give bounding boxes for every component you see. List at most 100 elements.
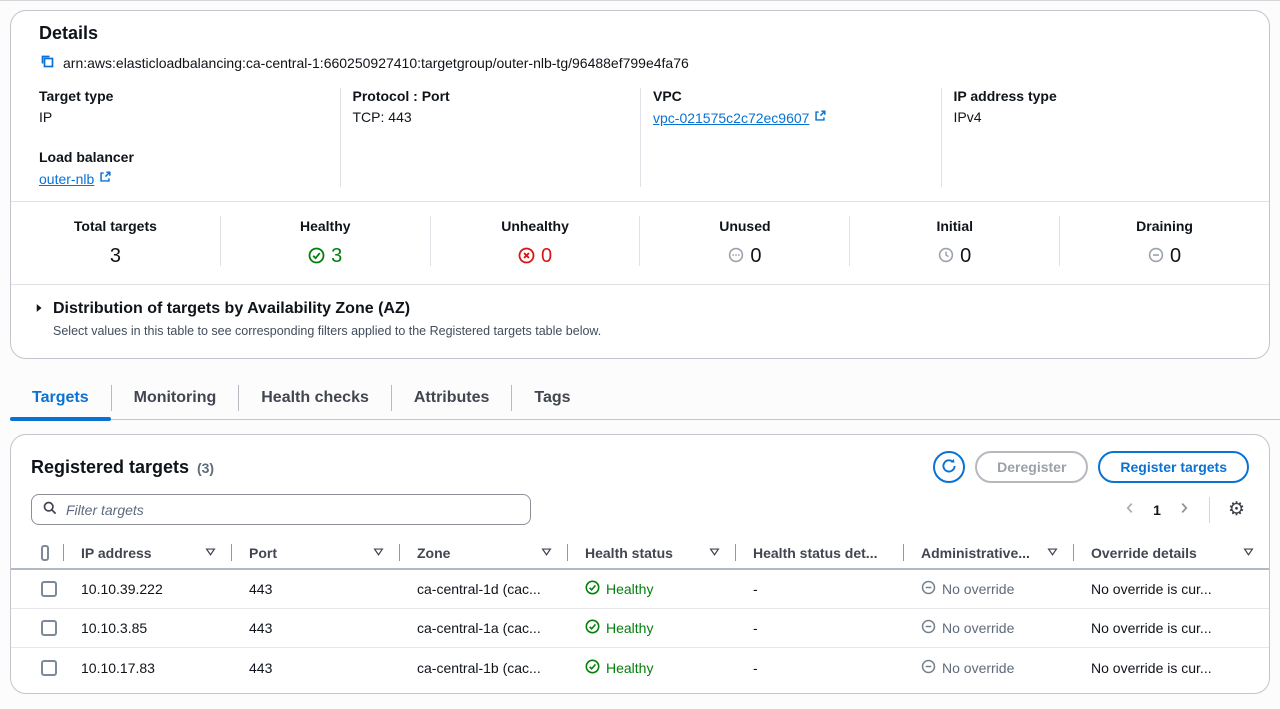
cell-port: 443 xyxy=(231,581,399,597)
cell-health-status-details: - xyxy=(735,620,903,636)
registered-targets-title: Registered targets xyxy=(31,457,189,477)
x-circle-icon xyxy=(518,247,535,267)
stat-value: 0 xyxy=(1170,245,1181,268)
sort-triangle-icon[interactable] xyxy=(1242,545,1255,561)
tab-tags[interactable]: Tags xyxy=(512,380,592,420)
select-all-checkbox[interactable] xyxy=(41,545,49,561)
column-label: Administrative... xyxy=(921,545,1030,561)
vpc-link[interactable]: vpc-021575c2c72ec9607 xyxy=(653,109,827,126)
divider xyxy=(1209,497,1210,523)
cell-health-status-details: - xyxy=(735,660,903,676)
stat-value: 3 xyxy=(110,245,121,268)
registered-targets-card: Registered targets (3) Deregister Regist… xyxy=(10,434,1270,694)
table-settings-button[interactable]: ⚙ xyxy=(1224,496,1249,523)
ip-address-type-label: IP address type xyxy=(954,88,1226,104)
cell-health-status: Healthy xyxy=(567,619,735,637)
sort-triangle-icon[interactable] xyxy=(1046,545,1059,561)
chevron-left-icon xyxy=(1123,501,1137,518)
row-checkbox[interactable] xyxy=(41,620,57,636)
ellipsis-circle-icon xyxy=(728,247,744,266)
check-circle-icon xyxy=(585,619,600,637)
column-header-health-status[interactable]: Health status xyxy=(567,537,735,568)
target-type-label: Target type xyxy=(39,88,324,104)
stat-initial: Initial 0 xyxy=(850,214,1059,268)
column-label: IP address xyxy=(81,545,152,561)
copy-arn-button[interactable] xyxy=(39,53,55,72)
column-header-port[interactable]: Port xyxy=(231,537,399,568)
chevron-right-icon xyxy=(1177,501,1191,518)
tab-targets[interactable]: Targets xyxy=(10,380,111,420)
details-title: Details xyxy=(39,23,1241,44)
tab-attributes[interactable]: Attributes xyxy=(392,380,512,420)
load-balancer-label: Load balancer xyxy=(39,149,324,165)
pagination: 1 ⚙ xyxy=(1119,496,1249,523)
sort-triangle-icon[interactable] xyxy=(540,545,553,561)
sort-triangle-icon[interactable] xyxy=(204,545,217,561)
column-label: Zone xyxy=(417,545,450,561)
check-circle-icon xyxy=(585,580,600,598)
next-page-button[interactable] xyxy=(1173,497,1195,522)
row-checkbox[interactable] xyxy=(41,660,57,676)
cell-zone: ca-central-1b (cac... xyxy=(399,660,567,676)
tab-health-checks[interactable]: Health checks xyxy=(239,380,391,420)
cell-ip-address: 10.10.17.83 xyxy=(63,660,231,676)
sort-triangle-icon[interactable] xyxy=(708,545,721,561)
cell-port: 443 xyxy=(231,660,399,676)
protocol-port-label: Protocol : Port xyxy=(353,88,625,104)
cell-health-status: Healthy xyxy=(567,580,735,598)
register-targets-button[interactable]: Register targets xyxy=(1098,451,1249,483)
external-link-icon xyxy=(813,109,827,126)
health-status-text: Healthy xyxy=(606,620,653,636)
tab-bar-underline xyxy=(10,419,1280,421)
stat-value: 0 xyxy=(750,245,761,268)
previous-page-button[interactable] xyxy=(1119,497,1141,522)
az-distribution-description: Select values in this table to see corre… xyxy=(33,324,1241,338)
stat-value: 0 xyxy=(541,245,552,268)
cell-override-details: No override is cur... xyxy=(1073,620,1269,636)
column-header-health-status-details[interactable]: Health status det... xyxy=(735,537,903,568)
table-row: 10.10.3.85 443 ca-central-1a (cac... Hea… xyxy=(11,609,1269,648)
cell-administrative: No override xyxy=(903,580,1073,598)
vpc-label: VPC xyxy=(653,88,925,104)
table-row: 10.10.39.222 443 ca-central-1d (cac... H… xyxy=(11,570,1269,609)
deregister-button[interactable]: Deregister xyxy=(975,451,1088,483)
minus-circle-icon xyxy=(921,659,936,677)
load-balancer-link[interactable]: outer-nlb xyxy=(39,170,112,187)
health-status-text: Healthy xyxy=(606,660,653,676)
column-header-ip-address[interactable]: IP address xyxy=(63,537,231,568)
stat-unhealthy: Unhealthy 0 xyxy=(431,214,640,268)
minus-circle-icon xyxy=(921,619,936,637)
column-header-zone[interactable]: Zone xyxy=(399,537,567,568)
clock-icon xyxy=(938,247,954,266)
registered-targets-count: (3) xyxy=(197,460,214,476)
tab-bar: Targets Monitoring Health checks Attribu… xyxy=(10,380,1270,420)
column-header-administrative[interactable]: Administrative... xyxy=(903,537,1073,568)
current-page-number: 1 xyxy=(1145,502,1169,518)
cell-zone: ca-central-1d (cac... xyxy=(399,581,567,597)
cell-override-details: No override is cur... xyxy=(1073,660,1269,676)
search-icon xyxy=(42,500,58,519)
table-header-row: IP address Port Zone Health status Healt… xyxy=(11,537,1269,570)
cell-zone: ca-central-1a (cac... xyxy=(399,620,567,636)
filter-targets-input[interactable] xyxy=(66,502,520,518)
az-distribution-toggle[interactable]: Distribution of targets by Availability … xyxy=(33,300,1241,318)
stat-total-targets: Total targets 3 xyxy=(11,214,220,268)
column-header-override-details[interactable]: Override details xyxy=(1073,537,1269,568)
sort-triangle-icon[interactable] xyxy=(372,545,385,561)
stat-label: Healthy xyxy=(300,218,351,234)
cell-override-details: No override is cur... xyxy=(1073,581,1269,597)
tab-monitoring[interactable]: Monitoring xyxy=(112,380,239,420)
check-circle-icon xyxy=(585,659,600,677)
column-label: Health status xyxy=(585,545,673,561)
filter-targets-box xyxy=(31,494,531,525)
gear-icon: ⚙ xyxy=(1228,500,1245,519)
administrative-text: No override xyxy=(942,581,1014,597)
cell-administrative: No override xyxy=(903,659,1073,677)
stat-label: Initial xyxy=(936,218,973,234)
registered-targets-heading: Registered targets (3) xyxy=(31,457,214,478)
ip-address-type-value: IPv4 xyxy=(954,109,1226,125)
column-label: Override details xyxy=(1091,545,1197,561)
row-checkbox[interactable] xyxy=(41,581,57,597)
refresh-button[interactable] xyxy=(933,451,965,483)
external-link-icon xyxy=(98,170,112,187)
